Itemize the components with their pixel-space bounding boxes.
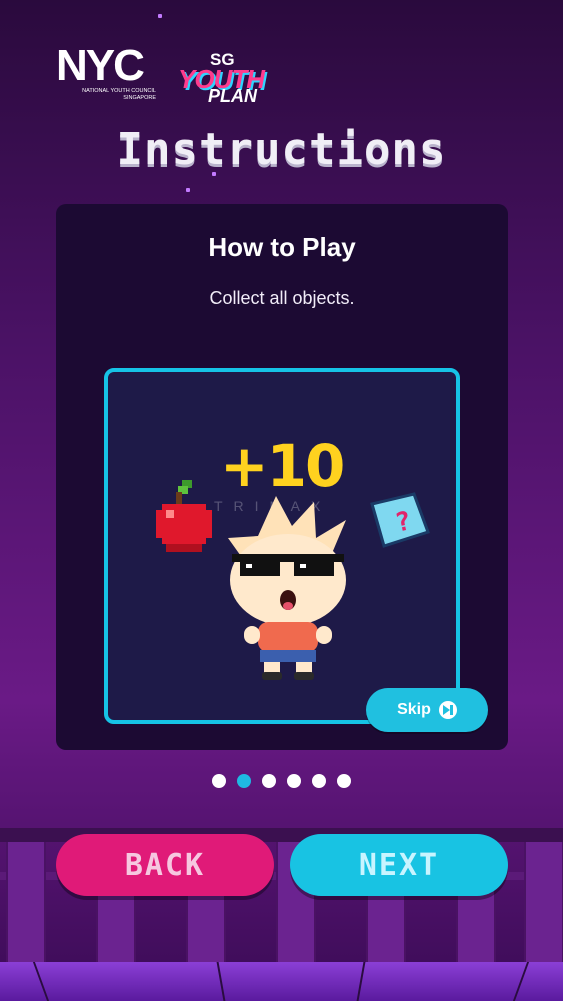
page-dot[interactable] [212,774,226,788]
pagination-dots [0,774,563,788]
nyc-logo: NYC NATIONAL YOUTH COUNCIL SINGAPORE [56,44,156,102]
instruction-card: How to Play Collect all objects. +10 TRI… [56,204,508,750]
card-title: How to Play [208,232,356,262]
skip-button[interactable]: Skip [366,688,488,732]
floor-ground [0,962,563,1001]
sg-youth-plan-logo: SG YOUTH PLAN [178,50,274,110]
next-button[interactable]: NEXT [290,834,508,896]
page-dot[interactable] [312,774,326,788]
header-logos: NYC NATIONAL YOUTH COUNCIL SINGAPORE SG … [56,44,274,110]
decor-star [186,188,190,192]
page-dot[interactable] [287,774,301,788]
card-text: Collect all objects. [209,288,355,308]
page-title: Instructions [116,124,447,175]
score-popup: +10 [220,432,345,500]
nyc-wordmark: NYC [56,41,145,90]
apple-icon [156,480,212,552]
floor-pillar [524,842,563,962]
back-button[interactable]: BACK [56,834,274,896]
page-dot-active[interactable] [237,774,251,788]
page-dot[interactable] [337,774,351,788]
mascot-icon [228,496,346,680]
page-dot[interactable] [262,774,276,788]
floor-pillar [6,842,46,962]
skip-label: Skip [397,701,431,718]
sg-logo-plan: PLAN [208,86,257,106]
skip-icon [438,701,457,719]
illustration-frame: +10 TRINAX ? [104,368,460,724]
question-block-icon: ? [370,492,430,548]
decor-star [158,14,162,18]
nyc-subtitle: NATIONAL YOUTH COUNCIL SINGAPORE [82,88,156,101]
